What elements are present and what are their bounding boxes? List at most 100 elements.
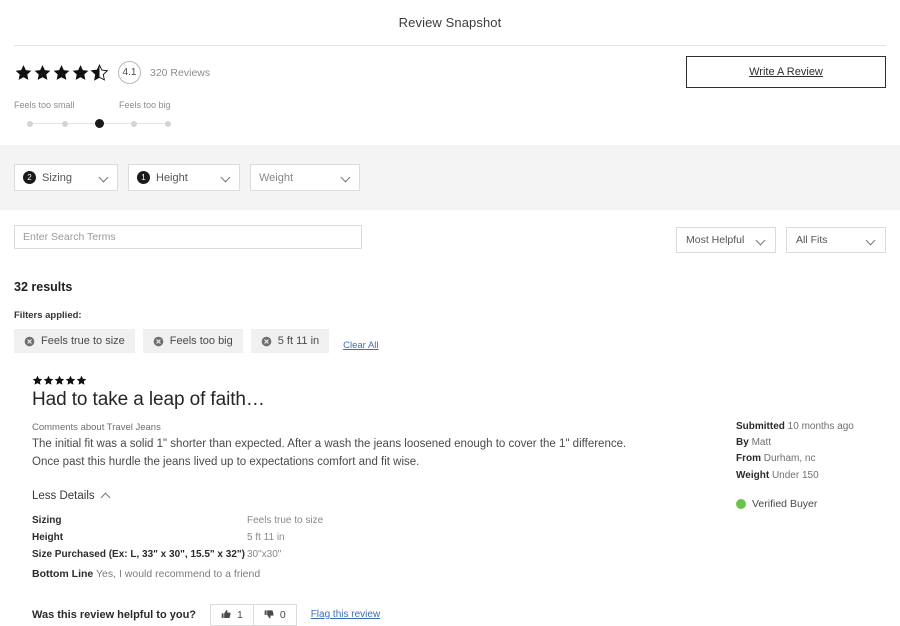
helpful-question: Was this review helpful to you? [32,608,197,621]
chevron-down-icon [222,173,231,182]
meta-weight-value: Under 150 [771,469,819,481]
helpful-yes-button[interactable]: 1 [211,605,253,625]
review-count-label: 320 Reviews [150,66,211,79]
review-helpful-row: Was this review helpful to you? 1 0 Flag… [32,603,674,626]
filter-chip-label: Feels true to size [41,335,125,347]
toggle-details-label: Less Details [32,489,95,502]
fit-label-big: Feels too big [119,100,171,110]
filters-applied-label: Filters applied: [14,310,82,321]
detail-key: Sizing [32,514,62,526]
height-filter-count: 1 [137,171,150,184]
thumbs-up-icon [221,610,231,619]
meta-weight: Weight Under 150 [736,468,886,484]
detail-value: 5 ft 11 in [247,531,285,543]
star-full-icon [54,375,65,385]
fit-dot-5[interactable] [165,121,171,127]
meta-weight-key: Weight [736,469,770,481]
meta-from-value: Durham, nc [763,453,816,465]
filter-chip-label: 5 ft 11 in [277,335,320,347]
sizing-filter-count: 2 [23,171,36,184]
sort-by-dropdown[interactable]: Most Helpful [676,227,776,253]
chevron-down-icon [757,236,766,245]
filter-chip-feels-true-to-size[interactable]: Feels true to size [14,329,135,353]
fit-dot-4[interactable] [131,121,137,127]
search-and-sort-row: Most Helpful All Fits [0,210,900,253]
fit-dot-2[interactable] [62,121,68,127]
chevron-down-icon [342,173,351,182]
chevron-up-icon [102,491,111,500]
filter-chip-feels-too-big[interactable]: Feels too big [142,329,243,353]
search-input[interactable] [14,225,362,249]
fit-filter-dropdown[interactable]: All Fits [786,227,886,253]
helpful-vote-group: 1 0 [210,603,297,626]
verified-buyer-label: Verified Buyer [752,497,818,510]
detail-row-size-purchased: Size Purchased (Ex: L, 33" x 30", 15.5" … [32,549,674,560]
fit-label-small: Feels too small [14,100,75,110]
page-title: Review Snapshot [398,15,502,30]
meta-from-key: From [736,453,761,465]
review-details-table: Sizing Feels true to size Height 5 ft 11… [32,515,674,580]
review-title: Had to take a leap of faith… [32,389,265,410]
summary-left: 4.1 320 Reviews Feels too small Feels to… [14,56,210,129]
detail-key: Size Purchased (Ex: L, 33" x 30", 15.5" … [32,548,245,560]
star-full-icon [34,64,51,80]
thumbs-down-icon [264,610,274,619]
bottom-line-key: Bottom Line [32,567,94,580]
filter-chip-5-ft-11-in[interactable]: 5 ft 11 in [250,329,330,353]
review-rating-stars [32,375,674,386]
meta-submitted: Submitted 10 months ago [736,419,886,435]
helpful-no-button[interactable]: 0 [252,604,296,625]
sizing-filter-label: Sizing [42,171,72,184]
chevron-down-icon [867,236,876,245]
check-circle-icon [736,499,746,510]
weight-filter-label: Weight [259,171,294,184]
write-a-review-button[interactable]: Write A Review [686,56,886,88]
fit-slider: Feels too small Feels too big [14,100,184,129]
star-full-icon [15,64,32,80]
star-full-icon [43,375,54,385]
review-metadata: Submitted 10 months ago By Matt From Dur… [736,375,886,626]
star-full-icon [53,64,70,80]
review-body-text: The initial fit was a solid 1" shorter t… [32,438,627,468]
fit-slider-labels: Feels too small Feels too big [14,100,184,112]
fit-filter-label: All Fits [796,234,828,246]
average-rating-value: 4.1 [118,61,141,84]
filter-dropdown-weight[interactable]: Weight [250,164,360,191]
star-full-icon [65,375,76,385]
bottom-line-row: Bottom Line Yes, I would recommend to a … [32,568,674,580]
meta-by-value: Matt [751,437,772,449]
filter-dropdown-height[interactable]: 1 Height [128,164,240,191]
detail-key: Height [32,531,64,543]
applied-filter-chips: Feels true to size Feels too big 5 ft 11… [0,329,900,353]
sort-by-label: Most Helpful [686,234,745,246]
close-circle-icon [261,336,272,346]
filter-dropdown-sizing[interactable]: 2 Sizing [14,164,118,191]
bottom-line-value: Yes, I would recommend to a friend [95,567,261,580]
detail-value: Feels true to size [247,514,324,526]
rating-line: 4.1 320 Reviews [14,61,210,84]
flag-review-link[interactable]: Flag this review [311,609,380,620]
detail-row-sizing: Sizing Feels true to size [32,515,674,526]
meta-submitted-value: 10 months ago [787,421,854,432]
review-content: Had to take a leap of faith… Comments ab… [14,375,674,626]
sort-controls: Most Helpful All Fits [676,227,886,253]
fit-dot-3-active[interactable] [95,119,104,128]
fit-dot-1[interactable] [27,121,33,127]
height-filter-label: Height [156,171,188,184]
close-circle-icon [153,336,164,346]
star-full-icon [76,375,87,385]
helpful-yes-count: 1 [237,608,243,621]
filter-bar: 2 Sizing 1 Height Weight [0,145,900,210]
clear-all-filters-link[interactable]: Clear All [343,340,378,351]
meta-submitted-key: Submitted [736,421,785,432]
review-comments-about: Comments about Travel Jeans [32,422,161,433]
page-title-bar: Review Snapshot [0,0,900,45]
filter-chip-label: Feels too big [169,335,233,347]
detail-value: 30"x30" [247,548,282,560]
fit-slider-track[interactable] [14,119,184,129]
review-item: Had to take a leap of faith… Comments ab… [0,375,900,626]
results-count: 32 results [14,280,73,294]
star-full-icon [32,375,43,385]
meta-by-key: By [736,437,749,449]
toggle-details-button[interactable]: Less Details [32,490,111,502]
